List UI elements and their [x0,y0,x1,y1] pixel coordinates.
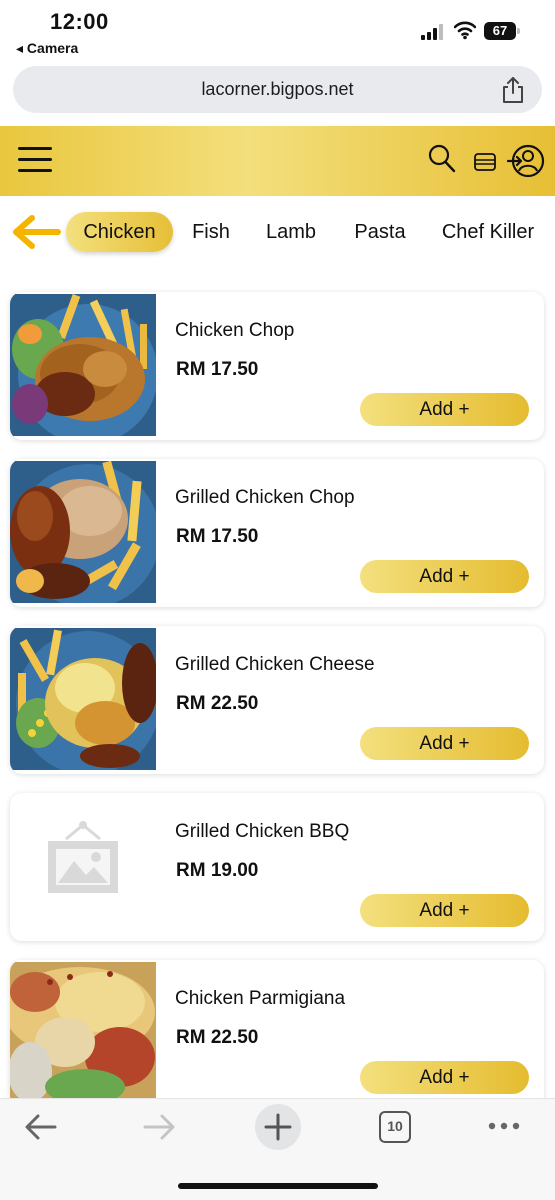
hamburger-menu-icon[interactable] [18,147,52,175]
login-user-icon[interactable] [507,142,545,180]
product-card[interactable]: Grilled Chicken Cheese RM 22.50 Add + [10,626,544,774]
product-price: RM 17.50 [176,359,259,380]
parmigiana-photo [10,962,156,1104]
battery-icon: 67 [484,22,520,40]
address-bar[interactable]: lacorner.bigpos.net [13,66,542,113]
product-name: Chicken Chop [175,320,295,341]
wifi-icon [454,21,476,40]
tab-lamb[interactable]: Lamb [261,212,321,252]
tab-pasta[interactable]: Pasta [350,212,410,252]
app-header [0,126,555,196]
grilled-chicken-photo [10,461,156,603]
back-to-app-link[interactable]: ◂ Camera [16,40,78,57]
cellular-signal-icon [421,24,443,40]
product-card[interactable]: Grilled Chicken BBQ RM 19.00 Add + [10,793,544,941]
forward-arrow-icon[interactable] [142,1113,176,1141]
cheese-chicken-photo [10,628,156,770]
product-card[interactable]: Grilled Chicken Chop RM 17.50 Add + [10,459,544,607]
status-time: 12:00 [50,9,109,34]
product-name: Grilled Chicken Cheese [175,654,375,675]
category-tabs: Chicken Fish Lamb Pasta Chef Killer [0,208,555,256]
product-price: RM 22.50 [176,1027,259,1048]
product-price: RM 17.50 [176,526,259,547]
add-to-cart-button[interactable]: Add + [360,894,529,927]
product-name: Grilled Chicken Chop [175,487,355,508]
add-to-cart-button[interactable]: Add + [360,1061,529,1094]
product-card[interactable]: Chicken Chop RM 17.50 Add + [10,292,544,440]
home-indicator[interactable] [178,1183,378,1189]
add-to-cart-button[interactable]: Add + [360,393,529,426]
new-tab-plus-icon[interactable] [254,1103,302,1151]
url-text: lacorner.bigpos.net [201,79,354,99]
placeholder-image-icon [10,795,156,937]
arrow-left-icon[interactable] [10,212,62,252]
cart-icon[interactable] [473,152,497,172]
tab-chef-killer[interactable]: Chef Killer [438,212,538,252]
product-name: Grilled Chicken BBQ [175,821,350,842]
product-price: RM 22.50 [176,693,259,714]
product-name: Chicken Parmigiana [175,988,346,1009]
add-to-cart-button[interactable]: Add + [360,560,529,593]
product-price: RM 19.00 [176,860,259,881]
tab-chicken[interactable]: Chicken [66,212,173,252]
more-options-icon[interactable] [488,1121,520,1131]
tabs-count-icon[interactable]: 10 [379,1111,411,1143]
search-icon[interactable] [428,144,456,174]
share-icon[interactable] [500,76,526,104]
status-bar: 12:00 ◂ Camera 67 [0,0,555,62]
battery-level: 67 [492,23,508,38]
back-arrow-icon[interactable] [24,1113,58,1141]
fried-chicken-photo [10,294,156,436]
tab-fish[interactable]: Fish [186,212,236,252]
product-card[interactable]: Chicken Parmigiana RM 22.50 Add + [10,960,544,1108]
add-to-cart-button[interactable]: Add + [360,727,529,760]
